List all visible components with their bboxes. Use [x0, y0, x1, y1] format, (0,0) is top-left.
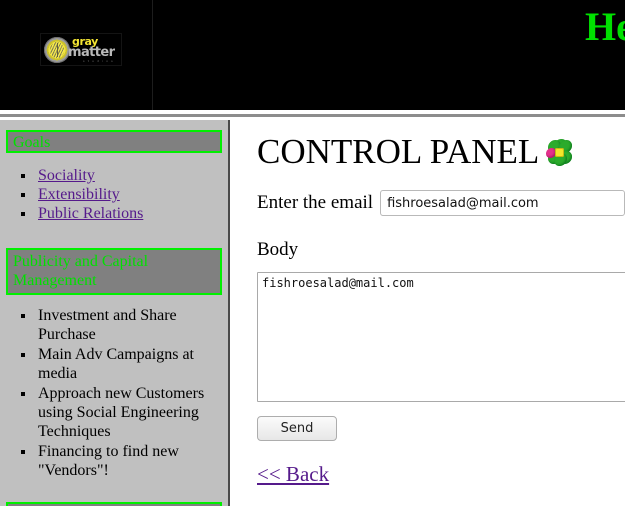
send-button-row: Send	[257, 407, 625, 441]
sidebar-section-heading-main-tasks: Main Tasks	[6, 502, 222, 506]
email-input[interactable]	[380, 190, 625, 216]
sidebar-item-sociality[interactable]: Sociality	[38, 167, 95, 184]
page-title-text: CONTROL PANEL	[257, 132, 540, 171]
header-divider	[0, 110, 625, 120]
sidebar-item-public-relations[interactable]: Public Relations	[38, 205, 143, 222]
site-header: gray matter s t u d i o s He	[0, 0, 625, 110]
main-content: CONTROL PANEL Enter the email Body Send …	[248, 120, 625, 506]
brain-glyph-icon	[50, 42, 64, 58]
page-title: CONTROL PANEL	[248, 120, 625, 172]
logo-word-matter: matter	[68, 45, 115, 60]
sidebar-list-publicity: Investment and Share Purchase Main Adv C…	[0, 306, 228, 480]
send-button[interactable]: Send	[257, 416, 337, 441]
sidebar-list-goals: Sociality Extensibility Public Relations	[0, 166, 228, 223]
email-field-row: Enter the email	[257, 190, 625, 216]
divider-rule	[0, 114, 625, 117]
email-label: Enter the email	[257, 192, 374, 213]
back-link[interactable]: << Back	[257, 462, 329, 486]
list-item: Extensibility	[36, 185, 228, 204]
sidebar-section-heading-publicity-and-capital-management: Publicity and Capital Management	[6, 248, 222, 295]
sidebar: Goals Sociality Extensibility Public Rel…	[0, 120, 230, 506]
brain-circle-icon	[44, 37, 70, 63]
header-logo-column: gray matter s t u d i o s	[0, 0, 153, 110]
body-textarea[interactable]	[257, 272, 625, 402]
list-item: Sociality	[36, 166, 228, 185]
list-item: Public Relations	[36, 204, 228, 223]
list-item: Investment and Share Purchase	[36, 306, 228, 344]
gray-matter-brain-logo[interactable]: gray matter s t u d i o s	[40, 33, 122, 66]
logo-word-studios: s t u d i o s	[83, 59, 114, 63]
flower-rosette-icon	[546, 139, 573, 166]
sidebar-section-heading-goals: Goals	[6, 130, 222, 153]
body-label: Body	[257, 239, 299, 260]
sidebar-item-extensibility[interactable]: Extensibility	[38, 186, 120, 203]
page-title-banner: He	[585, 4, 625, 49]
list-item: Financing to find new "Vendors"!	[36, 442, 228, 480]
list-item: Main Adv Campaigns at media	[36, 345, 228, 383]
email-form: Enter the email Body Send << Back	[248, 172, 625, 486]
list-item: Approach new Customers using Social Engi…	[36, 384, 228, 441]
flower-center	[555, 148, 565, 157]
